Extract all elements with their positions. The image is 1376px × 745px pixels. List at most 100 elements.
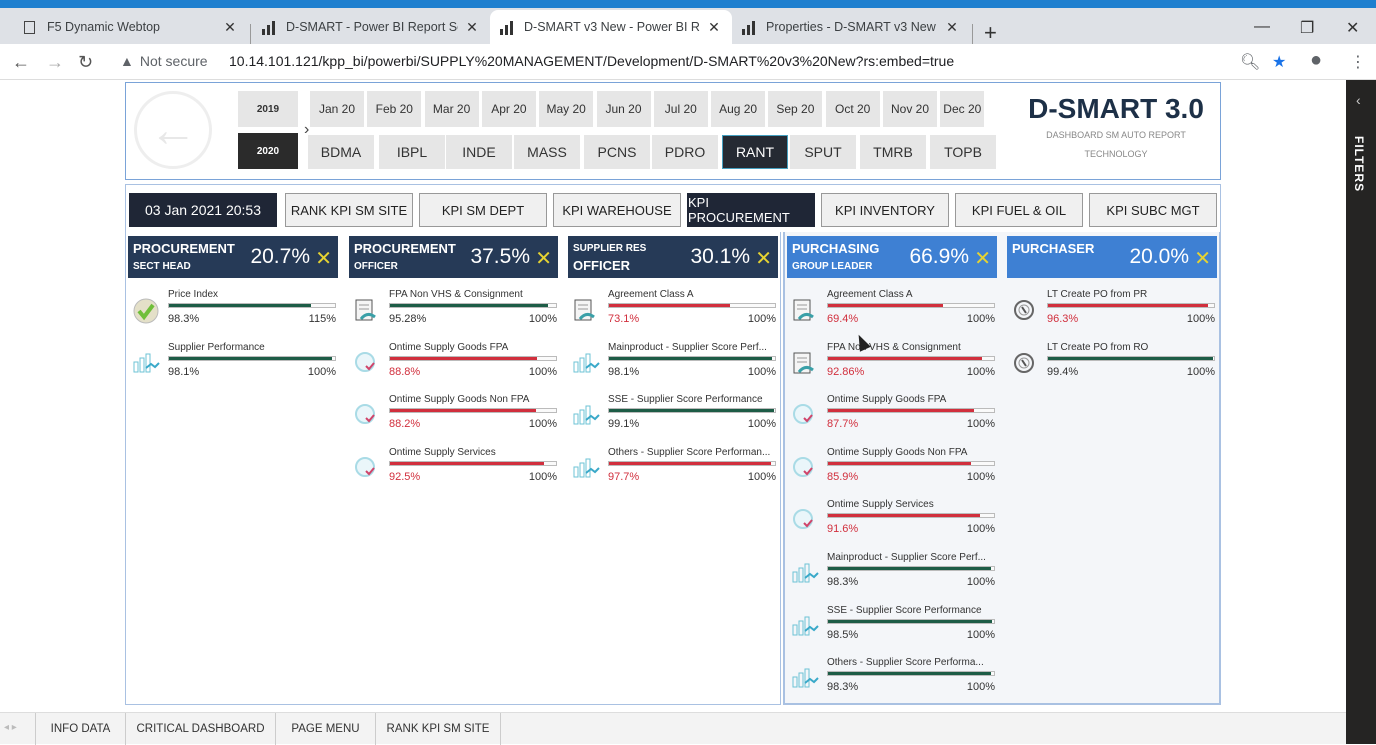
nav-button[interactable]: KPI SM DEPT: [419, 193, 547, 227]
close-window-button[interactable]: ✕: [1346, 18, 1359, 38]
month-button[interactable]: Jul 20: [653, 91, 708, 127]
url-input[interactable]: 10.14.101.121/kpp_bi/powerbi/SUPPLY%20MA…: [229, 53, 954, 69]
close-tab-icon[interactable]: ✕: [706, 19, 722, 36]
kpi-progress-bar: [827, 566, 995, 571]
kpi-card[interactable]: PROCUREMENT SECT HEAD 20.7% ✕: [128, 236, 338, 278]
close-tab-icon[interactable]: ✕: [222, 19, 238, 36]
kpi-progress-fill: [828, 514, 981, 518]
page-tab[interactable]: CRITICAL DASHBOARD: [125, 713, 275, 745]
card-percentage: 37.5%: [470, 245, 530, 268]
kpi-progress-bar: [608, 355, 776, 361]
kpi-target: 100%: [966, 681, 995, 694]
kpi-row[interactable]: FPA Non VHS & Consignment 95.28% 100%: [349, 289, 559, 339]
kpi-row[interactable]: Agreement Class A 73.1% 100%: [568, 289, 778, 339]
kpi-row[interactable]: Ontime Supply Goods Non FPA 85.9% 100%: [787, 447, 997, 497]
page-nav-arrows[interactable]: ◂ ▸: [4, 722, 17, 733]
kpi-progress-fill: [609, 356, 772, 360]
card-title: SUPPLIER RES: [573, 243, 647, 254]
kpi-row[interactable]: Ontime Supply Goods FPA 87.7% 100%: [787, 394, 997, 444]
kpi-card[interactable]: PURCHASER 20.0% ✕: [1007, 236, 1217, 278]
kpi-row[interactable]: Agreement Class A 69.4% 100%: [787, 289, 997, 339]
kpi-row[interactable]: LT Create PO from RO 99.4% 100%: [1007, 342, 1217, 392]
kpi-row[interactable]: Mainproduct - Supplier Score Perf... 98.1…: [568, 342, 778, 392]
site-button-ibpl[interactable]: IBPL: [379, 135, 445, 169]
restore-button[interactable]: ❐: [1300, 18, 1314, 38]
site-button-sput[interactable]: SPUT: [790, 135, 856, 169]
site-button-topb[interactable]: TOPB: [930, 135, 996, 169]
close-tab-icon[interactable]: ✕: [944, 19, 960, 36]
kpi-row[interactable]: Supplier Performance 98.1% 100%: [128, 342, 338, 392]
new-tab-button[interactable]: +: [984, 20, 997, 46]
profile-avatar-icon[interactable]: ●: [1310, 49, 1322, 72]
kpi-row[interactable]: Mainproduct - Supplier Score Perf... 98.3…: [787, 552, 997, 602]
page-tab[interactable]: INFO DATA: [35, 713, 125, 745]
menu-kebab-icon[interactable]: ⋮: [1350, 52, 1366, 72]
site-button-pdro[interactable]: PDRO: [652, 135, 718, 169]
kpi-progress-bar: [608, 303, 776, 308]
nav-button[interactable]: RANK KPI SM SITE: [285, 193, 413, 227]
kpi-row[interactable]: Ontime Supply Services 92.5% 100%: [349, 447, 559, 497]
month-button[interactable]: Mar 20: [424, 91, 479, 127]
kpi-progress-fill: [169, 356, 332, 360]
kpi-row[interactable]: Price Index 98.3% 115%: [128, 289, 338, 339]
month-button[interactable]: Dec 20: [940, 91, 985, 127]
security-indicator[interactable]: ▲ Not secure: [120, 53, 208, 69]
page-tab[interactable]: RANK KPI SM SITE: [375, 713, 500, 745]
close-tab-icon[interactable]: ✕: [464, 19, 480, 36]
kpi-card[interactable]: PURCHASING GROUP LEADER 66.9% ✕: [787, 236, 997, 278]
nav-button[interactable]: KPI WAREHOUSE: [553, 193, 681, 227]
nav-button[interactable]: KPI FUEL & OIL: [955, 193, 1083, 227]
nav-button[interactable]: KPI SUBC MGT: [1089, 193, 1217, 227]
kpi-row[interactable]: Ontime Supply Goods FPA 88.8% 100%: [349, 342, 559, 392]
nav-button[interactable]: KPI PROCUREMENT: [687, 193, 815, 227]
nav-button[interactable]: KPI INVENTORY: [821, 193, 949, 227]
kpi-name: Price Index: [168, 289, 219, 300]
bookmark-star-icon[interactable]: ★: [1272, 52, 1286, 72]
kpi-row[interactable]: SSE - Supplier Score Performance 99.1% 100…: [568, 394, 778, 444]
back-arrow-icon[interactable]: ←: [134, 91, 212, 169]
kpi-row[interactable]: Others - Supplier Score Performan... 97.7…: [568, 447, 778, 497]
year-2020[interactable]: 2020: [238, 133, 298, 169]
kpi-row[interactable]: Ontime Supply Goods Non FPA 88.2% 100%: [349, 394, 559, 444]
kpi-row[interactable]: Others - Supplier Score Performa... 98.3%…: [787, 657, 997, 707]
month-button[interactable]: Aug 20: [711, 91, 766, 127]
month-button[interactable]: Apr 20: [481, 91, 536, 127]
back-button[interactable]: ←: [12, 52, 30, 73]
month-button[interactable]: Jun 20: [596, 91, 651, 127]
site-button-pcns[interactable]: PCNS: [584, 135, 650, 169]
year-2019[interactable]: 2019: [238, 91, 298, 127]
kpi-row[interactable]: SSE - Supplier Score Performance 98.5% 100…: [787, 605, 997, 655]
zoom-icon[interactable]: 🔍︎: [1240, 52, 1260, 72]
browser-tab[interactable]: Properties - D-SMART v3 New - I ✕: [732, 10, 970, 44]
site-button-inde[interactable]: INDE: [446, 135, 512, 169]
kpi-row[interactable]: Ontime Supply Services 91.6% 100%: [787, 499, 997, 549]
month-button[interactable]: Jan 20: [310, 91, 364, 127]
kpi-row[interactable]: LT Create PO from PR 96.3% 100%: [1007, 289, 1217, 339]
kpi-row[interactable]: FPA Non VHS & Consignment 92.86% 100%: [787, 342, 997, 392]
chart-icon: [572, 350, 602, 378]
site-button-tmrb[interactable]: TMRB: [860, 135, 926, 169]
browser-tab[interactable]: D-SMART - Power BI Report Serv ✕: [252, 10, 490, 44]
filters-pane[interactable]: ‹ FILTERS: [1346, 80, 1376, 744]
site-button-bdma[interactable]: BDMA: [308, 135, 374, 169]
kpi-value: 85.9%: [827, 470, 859, 483]
forward-button[interactable]: →: [46, 52, 64, 73]
month-button[interactable]: Oct 20: [825, 91, 880, 127]
month-button[interactable]: Feb 20: [367, 91, 422, 127]
chevron-left-icon[interactable]: ‹: [1356, 92, 1361, 108]
month-button[interactable]: Nov 20: [883, 91, 937, 127]
browser-tab[interactable]: F5 Dynamic Webtop ✕: [10, 10, 248, 44]
page-tab[interactable]: PAGE MENU: [275, 713, 375, 745]
browser-tab-active[interactable]: D-SMART v3 New - Power BI Rep ✕: [490, 10, 732, 44]
reload-button[interactable]: ↻: [78, 52, 93, 73]
month-button[interactable]: Sep 20: [768, 91, 823, 127]
kpi-card[interactable]: PROCUREMENT OFFICER 37.5% ✕: [349, 236, 558, 278]
kpi-card[interactable]: SUPPLIER RES OFFICER 30.1% ✕: [568, 236, 778, 278]
kpi-value: 88.2%: [389, 418, 421, 431]
site-button-mass[interactable]: MASS: [514, 135, 580, 169]
month-button[interactable]: May 20: [539, 91, 594, 127]
site-button-rant[interactable]: RANT: [722, 135, 788, 169]
kpi-target: 100%: [966, 576, 995, 588]
kpi-name: Others - Supplier Score Performan...: [608, 446, 771, 458]
minimize-button[interactable]: —: [1254, 18, 1270, 36]
